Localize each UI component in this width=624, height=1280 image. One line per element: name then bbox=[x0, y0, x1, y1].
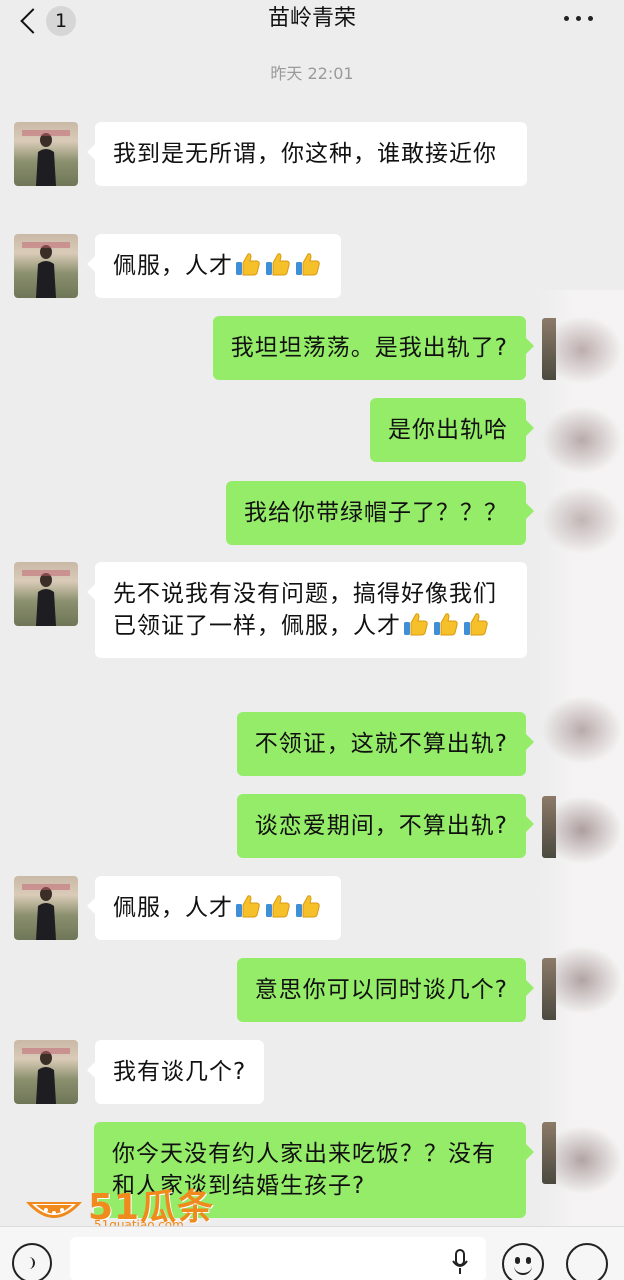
message-bubble-incoming[interactable]: 佩服，人才 bbox=[87, 234, 341, 298]
voice-icon[interactable] bbox=[12, 1243, 52, 1280]
message-text: 谈恋爱期间，不算出轨? bbox=[254, 813, 508, 839]
chat-title: 苗岭青荣 bbox=[267, 6, 356, 31]
input-bar bbox=[0, 1226, 624, 1280]
message-text: 佩服，人才 bbox=[113, 895, 233, 921]
self-avatar[interactable] bbox=[542, 958, 556, 1020]
message-bubble-outgoing[interactable]: 谈恋爱期间，不算出轨? bbox=[236, 794, 535, 858]
message-text: 我坦坦荡荡。是我出轨了? bbox=[230, 335, 508, 361]
message-timestamp: 昨天 22:01 bbox=[270, 64, 354, 83]
emoji-icon[interactable] bbox=[502, 1243, 544, 1280]
contact-avatar[interactable] bbox=[14, 234, 78, 298]
chat-header: 1 苗岭青荣 bbox=[0, 0, 624, 44]
message-input[interactable] bbox=[70, 1237, 486, 1280]
thumbs-up-icon bbox=[461, 613, 491, 639]
contact-avatar[interactable] bbox=[14, 122, 78, 186]
message-text: 我有谈几个? bbox=[113, 1059, 247, 1085]
message-bubble-outgoing[interactable]: 是你出轨哈 bbox=[370, 398, 534, 462]
thumbs-up-icon bbox=[263, 253, 293, 279]
contact-avatar[interactable] bbox=[14, 562, 78, 626]
mic-icon[interactable] bbox=[452, 1249, 468, 1275]
message-text: 是你出轨哈 bbox=[388, 417, 508, 443]
blurred-self-avatars bbox=[540, 290, 624, 1230]
message-bubble-incoming[interactable]: 佩服，人才 bbox=[87, 876, 341, 940]
message-bubble-outgoing[interactable]: 我给你带绿帽子了？？？ bbox=[226, 481, 534, 545]
thumbs-up-icon bbox=[233, 895, 263, 921]
message-text: 我到是无所谓，你这种，谁敢接近你 bbox=[113, 141, 497, 167]
plus-icon[interactable] bbox=[566, 1243, 608, 1280]
message-bubble-incoming[interactable]: 我有谈几个? bbox=[86, 1040, 265, 1104]
more-dots-icon[interactable] bbox=[564, 14, 596, 24]
message-text: 佩服，人才 bbox=[113, 253, 233, 279]
message-bubble-outgoing[interactable]: 意思你可以同时谈几个? bbox=[236, 958, 535, 1022]
thumbs-up-icon bbox=[293, 895, 323, 921]
self-avatar[interactable] bbox=[542, 796, 556, 858]
thumbs-up-icon bbox=[233, 253, 263, 279]
self-avatar[interactable] bbox=[542, 318, 556, 380]
message-bubble-outgoing[interactable]: 不领证，这就不算出轨? bbox=[236, 712, 535, 776]
message-bubble-outgoing[interactable]: 我坦坦荡荡。是我出轨了? bbox=[212, 316, 535, 380]
thumbs-up-icon bbox=[431, 613, 461, 639]
message-text: 我给你带绿帽子了？？？ bbox=[244, 500, 508, 526]
message-bubble-incoming[interactable]: 我到是无所谓，你这种，谁敢接近你 bbox=[87, 122, 527, 186]
watermelon-logo-icon bbox=[26, 1202, 82, 1218]
thumbs-up-icon bbox=[293, 253, 323, 279]
message-text: 不领证，这就不算出轨? bbox=[254, 731, 508, 757]
contact-avatar[interactable] bbox=[14, 1040, 78, 1104]
self-avatar[interactable] bbox=[542, 1122, 556, 1184]
thumbs-up-icon bbox=[401, 613, 431, 639]
thumbs-up-icon bbox=[263, 895, 293, 921]
message-bubble-incoming[interactable]: 先不说我有没有问题，搞得好像我们已领证了一样，佩服，人才 bbox=[87, 562, 527, 658]
message-text: 意思你可以同时谈几个? bbox=[254, 977, 508, 1003]
contact-avatar[interactable] bbox=[14, 876, 78, 940]
